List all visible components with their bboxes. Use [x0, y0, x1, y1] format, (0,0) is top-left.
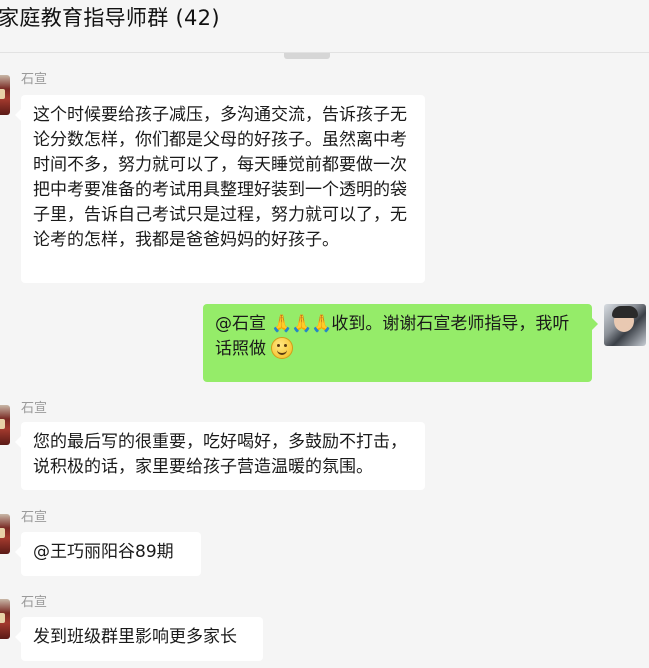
message-bubble-1[interactable]: 这个时候要给孩子减压，多沟通交流，告诉孩子无论分数怎样，你们都是父母的好孩子。虽…	[15, 95, 425, 283]
message-bubble-outgoing[interactable]: @石宣 🙏🙏🙏收到。谢谢石宣老师指导，我听话照做	[203, 304, 598, 382]
sender-avatar[interactable]	[0, 75, 10, 115]
folded-hands-icon: 🙏	[311, 314, 333, 334]
message-text: 您的最后写的很重要，吃好喝好，多鼓励不打击，说积极的话，家里要给孩子营造温暖的氛…	[33, 432, 407, 477]
message-text: @王巧丽阳谷89期	[33, 542, 174, 562]
message-bubble-3[interactable]: 您的最后写的很重要，吃好喝好，多鼓励不打击，说积极的话，家里要给孩子营造温暖的氛…	[15, 422, 425, 490]
sender-name: 石宣	[21, 510, 48, 525]
message-bubble-4[interactable]: @王巧丽阳谷89期	[15, 532, 201, 576]
folded-hands-icon: 🙏	[271, 314, 293, 334]
sender-avatar[interactable]	[0, 405, 10, 445]
sender-avatar[interactable]	[0, 514, 10, 554]
sender-name: 石宣	[21, 595, 48, 610]
message-text: 发到班级群里影响更多家长	[33, 627, 237, 647]
sender-avatar[interactable]	[0, 599, 10, 639]
scroll-handle[interactable]	[284, 53, 330, 59]
my-avatar[interactable]	[604, 304, 646, 346]
chat-title-bar: j家庭教育指导师群 (42)	[0, 0, 649, 53]
chat-title: j家庭教育指导师群 (42)	[0, 6, 220, 30]
folded-hands-icon: 🙏	[291, 314, 313, 334]
sender-name: 石宣	[21, 72, 48, 87]
message-text: 这个时候要给孩子减压，多沟通交流，告诉孩子无论分数怎样，你们都是父母的好孩子。虽…	[33, 105, 407, 250]
smiling-face-icon	[271, 337, 294, 359]
message-text: 收到。谢谢石宣老师指导，我听话照做	[215, 314, 570, 359]
sender-name: 石宣	[21, 401, 48, 416]
message-bubble-5[interactable]: 发到班级群里影响更多家长	[15, 617, 263, 661]
mention-text: @石宣	[215, 314, 266, 334]
